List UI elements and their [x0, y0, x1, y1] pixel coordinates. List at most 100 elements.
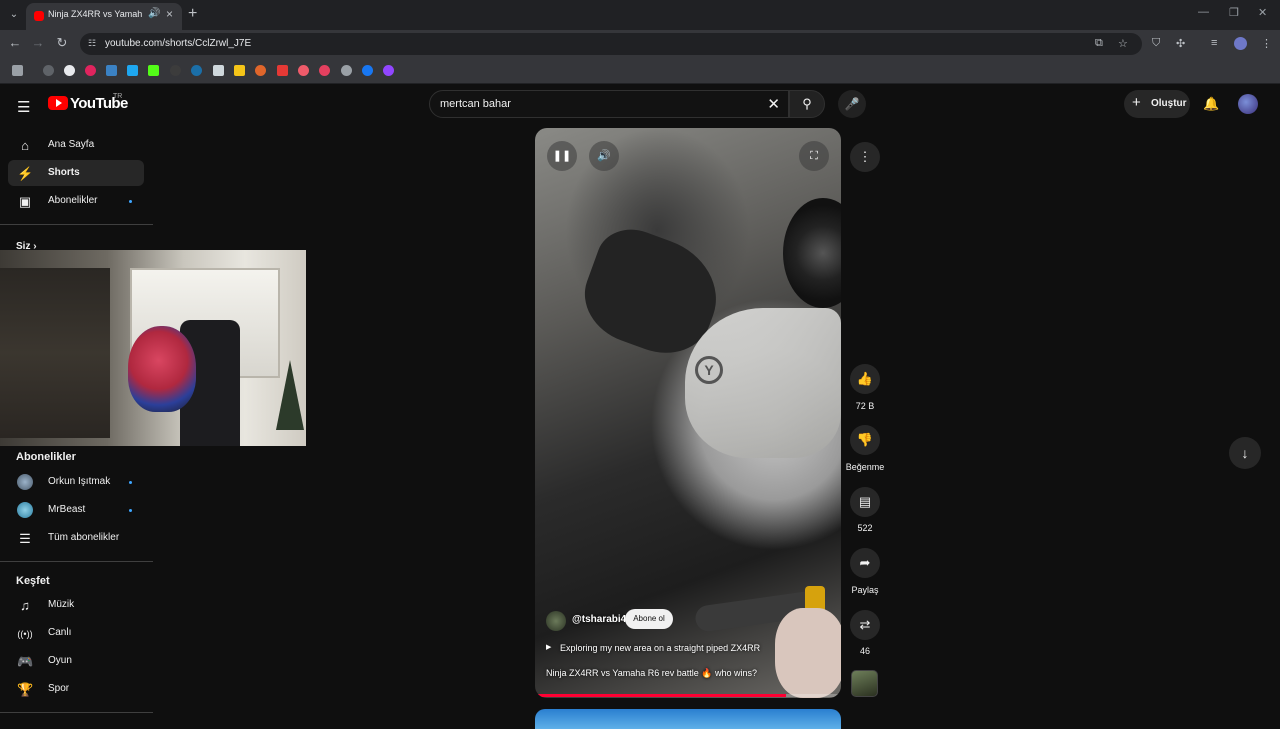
search-input[interactable]: mertcan bahar ✕: [429, 90, 789, 118]
dislike-button[interactable]: 👎: [850, 425, 880, 455]
channel-avatar[interactable]: [546, 611, 566, 631]
bookmark-grid-icon[interactable]: [213, 65, 224, 76]
bookmark-instagram-icon[interactable]: [319, 65, 330, 76]
bookmark-twitch-icon[interactable]: [383, 65, 394, 76]
create-button[interactable]: + Oluştur: [1124, 90, 1190, 118]
share-button[interactable]: ➦: [850, 548, 880, 578]
trophy-icon: 🏆: [17, 682, 34, 697]
thumbs-down-icon: 👎: [856, 432, 874, 447]
sidebar-item-sports[interactable]: 🏆 Spor: [8, 676, 144, 702]
like-button[interactable]: 👍: [850, 364, 880, 394]
share-label: Paylaş: [851, 585, 879, 595]
reload-icon[interactable]: ↻: [53, 35, 71, 51]
sidebar-item-music[interactable]: ♫ Müzik: [8, 592, 144, 618]
voice-search-button[interactable]: 🎤: [838, 90, 866, 118]
video-scene-wheel: [783, 198, 841, 308]
sidebar-item-label: Müzik: [48, 599, 75, 610]
bookmark-star-icon[interactable]: ☆: [1118, 37, 1128, 50]
tab-close-icon[interactable]: ×: [166, 7, 173, 21]
address-bar[interactable]: ☷ youtube.com/shorts/CclZrwl_J7E ⧉ ☆: [80, 33, 1142, 55]
maximize-icon[interactable]: ❐: [1229, 6, 1239, 19]
sidebar-item-home[interactable]: ⌂ Ana Sayfa: [8, 132, 144, 158]
bookmark-kick-icon[interactable]: [148, 65, 159, 76]
browser-menu-icon[interactable]: ⋮: [1261, 37, 1272, 50]
remix-icon: ⇄: [859, 617, 871, 632]
comments-button[interactable]: ▤: [850, 487, 880, 517]
new-content-dot: [129, 481, 132, 484]
bookmark-facebook-icon[interactable]: [362, 65, 373, 76]
comment-count: 522: [857, 523, 873, 533]
window-close-icon[interactable]: ✕: [1258, 6, 1267, 19]
playback-progress[interactable]: [535, 694, 841, 697]
install-app-icon[interactable]: ⧉: [1095, 37, 1103, 50]
country-code: TR: [113, 93, 123, 100]
sidebar-divider: [0, 561, 153, 562]
volume-icon: 🔊: [597, 150, 611, 162]
bookmarks-bar: [0, 58, 1280, 84]
remix-count: 46: [859, 646, 870, 656]
arrow-down-icon: ↓: [1241, 445, 1249, 461]
bookmark-pocket-icon[interactable]: [277, 65, 288, 76]
sidebar-item-channel[interactable]: MrBeast: [8, 497, 144, 523]
bookmark-1-icon[interactable]: [43, 65, 54, 76]
channel-name[interactable]: @tsharabi4: [572, 614, 626, 625]
sidebar-item-channel[interactable]: Orkun Işıtmak: [8, 469, 144, 495]
minimize-icon[interactable]: —: [1198, 6, 1209, 18]
search-icon: ⚲: [802, 96, 812, 111]
bookmark-s-icon[interactable]: [234, 65, 245, 76]
clear-search-icon[interactable]: ✕: [767, 95, 780, 113]
progress-fill: [535, 694, 786, 697]
apps-icon[interactable]: [12, 65, 23, 76]
sidebar-item-shorts[interactable]: ⚡ Shorts: [8, 160, 144, 186]
comment-icon: ▤: [858, 494, 872, 509]
subscribe-button[interactable]: Abone ol: [625, 609, 673, 629]
sound-thumbnail[interactable]: [851, 670, 878, 697]
sidebar-item-all-subscriptions[interactable]: ☰ Tüm abonelikler: [8, 525, 144, 551]
profile-icon[interactable]: [1234, 37, 1247, 50]
account-avatar[interactable]: [1238, 94, 1258, 114]
bookmark-threads-icon[interactable]: [341, 65, 352, 76]
shield-extension-icon[interactable]: ⛉: [1152, 37, 1160, 50]
bookmark-pink-icon[interactable]: [298, 65, 309, 76]
tab-title: Ninja ZX4RR vs Yamaha R6: [48, 9, 142, 19]
sidebar-item-gaming[interactable]: 🎮 Oyun: [8, 648, 144, 674]
bookmark-orange-icon[interactable]: [255, 65, 266, 76]
next-video-button[interactable]: ↓: [1229, 437, 1261, 469]
bookmark-blue-icon[interactable]: [127, 65, 138, 76]
more-options-button[interactable]: ⋮: [850, 142, 880, 172]
pause-button[interactable]: ❚❚: [547, 141, 577, 171]
fullscreen-icon: ⛶: [810, 150, 818, 162]
more-vertical-icon: ⋮: [858, 149, 872, 164]
bookmark-chrome-icon[interactable]: [64, 65, 75, 76]
next-short-preview[interactable]: [535, 709, 841, 729]
extensions-icon[interactable]: ✣: [1176, 37, 1185, 50]
sidebar-item-live[interactable]: ((•)) Canlı: [8, 620, 144, 646]
shorts-icon: ⚡: [17, 166, 34, 181]
new-content-dot: [129, 509, 132, 512]
bookmark-dark-icon[interactable]: [170, 65, 181, 76]
notifications-bell-icon[interactable]: 🔔: [1203, 96, 1219, 112]
browser-tab[interactable]: Ninja ZX4RR vs Yamaha R6 🔊 ×: [26, 3, 182, 30]
media-control-icon[interactable]: ≡: [1211, 37, 1217, 49]
fullscreen-button[interactable]: ⛶: [799, 141, 829, 171]
short-title: Ninja ZX4RR vs Yamaha R6 rev battle 🔥 wh…: [546, 668, 757, 678]
tab-search-icon[interactable]: ⌄: [6, 7, 22, 23]
sidebar-item-subscriptions[interactable]: ▣ Abonelikler: [8, 188, 144, 214]
bookmark-steam-icon[interactable]: [191, 65, 202, 76]
bookmark-outlook-icon[interactable]: [106, 65, 117, 76]
search-button[interactable]: ⚲: [789, 90, 825, 118]
forward-icon[interactable]: →: [29, 35, 47, 50]
shorts-video-player[interactable]: Y ❚❚ 🔊 ⛶ @tsharabi4 Abone ol ▶ Exploring…: [535, 128, 841, 698]
volume-button[interactable]: 🔊: [589, 141, 619, 171]
youtube-play-icon: [48, 96, 68, 110]
remix-button[interactable]: ⇄: [850, 610, 880, 640]
webcam-tree-scene: [276, 360, 304, 430]
site-info-icon[interactable]: ☷: [88, 38, 100, 50]
audio-playing-icon[interactable]: 🔊: [148, 8, 160, 19]
bookmark-youtube-icon[interactable]: [85, 65, 96, 76]
menu-icon[interactable]: ☰: [17, 98, 31, 116]
description-play-icon: ▶: [546, 644, 552, 651]
short-description[interactable]: Exploring my new area on a straight pipe…: [560, 643, 760, 653]
new-tab-icon[interactable]: +: [188, 5, 197, 23]
back-icon[interactable]: ←: [6, 35, 24, 50]
